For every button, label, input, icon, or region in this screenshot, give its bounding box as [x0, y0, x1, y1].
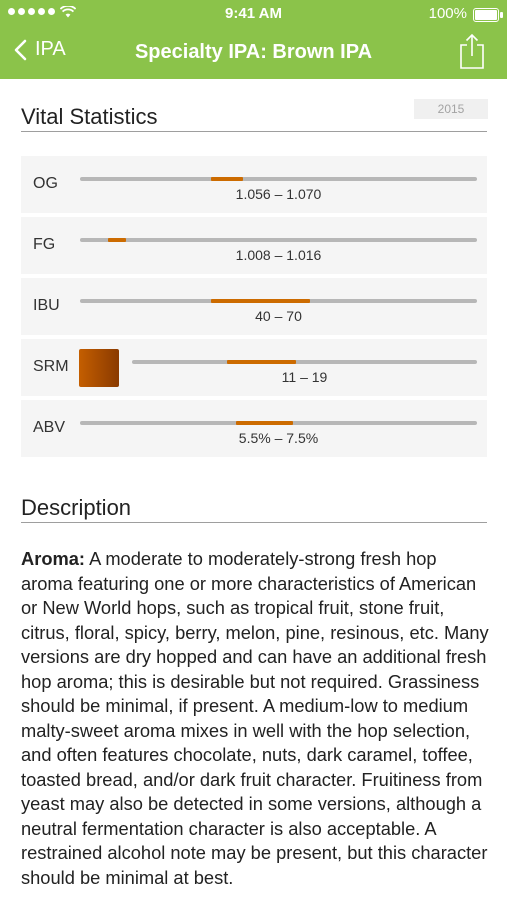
range-bar	[211, 299, 311, 303]
stat-row-fg: FG 1.008 – 1.016	[21, 217, 487, 274]
range-bar	[211, 177, 243, 181]
stat-row-og: OG 1.056 – 1.070	[21, 156, 487, 213]
range-value: 40 – 70	[255, 308, 302, 324]
stat-label: FG	[33, 236, 56, 253]
range-value: 1.056 – 1.070	[235, 186, 322, 202]
stat-label: SRM	[33, 358, 69, 375]
range-track	[80, 177, 477, 181]
srm-color-swatch	[79, 349, 119, 387]
range-track	[132, 360, 477, 364]
page-title: Specialty IPA: Brown IPA	[134, 41, 373, 63]
stat-label: OG	[33, 175, 58, 192]
stat-row-srm: SRM 11 – 19	[21, 339, 487, 396]
stat-row-ibu: IBU 40 – 70	[21, 278, 487, 335]
stat-label: IBU	[33, 297, 60, 314]
stat-label: ABV	[33, 419, 66, 436]
range-value: 11 – 19	[281, 369, 328, 385]
range-track	[80, 299, 477, 303]
share-button[interactable]	[459, 33, 485, 75]
range-bar	[107, 238, 126, 242]
aroma-label: Aroma:	[21, 548, 85, 569]
stat-row-abv: ABV 5.5% – 7.5%	[21, 400, 487, 457]
vital-statistics-heading: Vital Statistics	[21, 104, 158, 129]
share-icon	[460, 33, 484, 69]
navigation-bar: 9:41 AM 100% IPA Specialty IPA: Brown IP…	[0, 0, 507, 79]
status-bar: 9:41 AM 100%	[0, 0, 507, 28]
section-divider	[21, 522, 487, 523]
section-divider	[21, 131, 487, 132]
range-value: 1.008 – 1.016	[235, 247, 322, 263]
range-bar	[236, 421, 293, 425]
year-badge: 2015	[414, 99, 488, 119]
range-value: 5.5% – 7.5%	[238, 430, 319, 446]
range-track	[80, 421, 477, 425]
description-text: Aroma: A moderate to moderately-strong f…	[21, 547, 491, 890]
description-heading: Description	[21, 495, 132, 520]
battery-icon	[473, 8, 503, 22]
aroma-text: A moderate to moderately-strong fresh ho…	[21, 548, 489, 888]
range-track	[80, 238, 477, 242]
range-bar	[227, 360, 297, 364]
battery-percent: 100%	[428, 5, 467, 22]
